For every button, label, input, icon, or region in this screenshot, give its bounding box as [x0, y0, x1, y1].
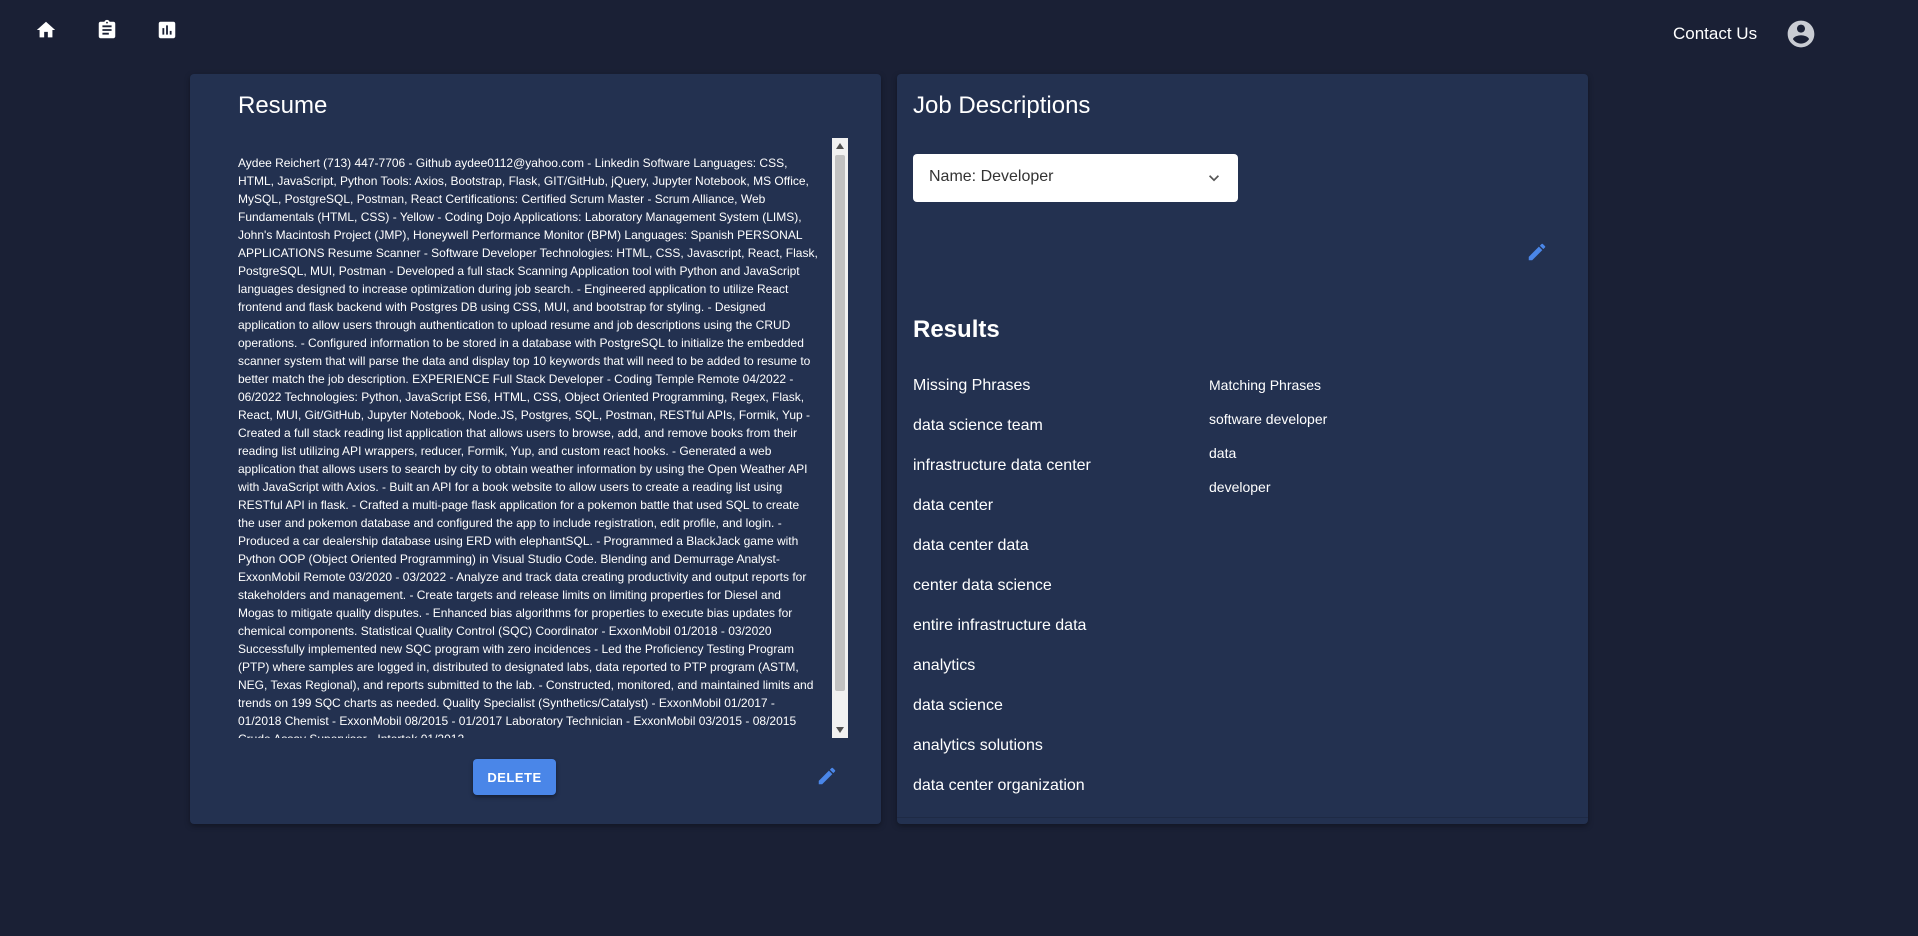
scroll-up-arrow-icon[interactable] [832, 138, 848, 154]
delete-button[interactable]: DELETE [473, 759, 556, 795]
resume-text-area[interactable]: Aydee Reichert (713) 447-7706 - Github a… [238, 138, 838, 738]
matching-phrases-header: Matching Phrases [1209, 377, 1322, 393]
list-item: software developer [1209, 411, 1328, 427]
job-description-select-value: Name: Developer [929, 168, 1054, 185]
list-item: data center [913, 497, 994, 514]
bar-chart-icon[interactable] [151, 14, 183, 46]
list-item: entire infrastructure data [913, 617, 1087, 634]
list-item: data center organization [913, 777, 1085, 794]
scroll-down-arrow-icon[interactable] [832, 722, 848, 738]
edit-resume-icon[interactable] [815, 764, 839, 788]
matching-phrases-list: Matching Phrases software developer data… [1209, 376, 1509, 512]
job-description-select[interactable]: Name: Developer [913, 154, 1238, 202]
edit-job-description-icon[interactable] [1525, 240, 1549, 264]
resume-title: Resume [238, 92, 328, 119]
missing-phrases-list: Missing Phrases data science team infras… [913, 376, 1203, 816]
divider [897, 817, 1588, 818]
list-item: infrastructure data center [913, 457, 1091, 474]
list-item: data center data [913, 537, 1029, 554]
clipboard-icon[interactable] [91, 14, 123, 46]
home-icon[interactable] [30, 14, 62, 46]
list-item: analytics solutions [913, 737, 1043, 754]
results-title: Results [913, 316, 1000, 343]
list-item: data science team [913, 417, 1043, 434]
resume-scrollbar[interactable] [832, 138, 848, 738]
missing-phrases-header: Missing Phrases [913, 377, 1031, 394]
list-item: data [1209, 445, 1237, 461]
contact-us-link[interactable]: Contact Us [1673, 24, 1757, 44]
job-descriptions-title: Job Descriptions [913, 92, 1091, 119]
account-circle-icon[interactable] [1785, 18, 1817, 50]
resume-text: Aydee Reichert (713) 447-7706 - Github a… [238, 156, 818, 738]
top-navigation: Contact Us [0, 0, 1918, 68]
list-item: center data science [913, 577, 1052, 594]
resume-panel: Resume Aydee Reichert (713) 447-7706 - G… [190, 74, 881, 824]
list-item: developer [1209, 479, 1271, 495]
scroll-thumb[interactable] [835, 155, 845, 691]
list-item: analytics [913, 657, 976, 674]
chevron-down-icon [1209, 175, 1219, 182]
job-descriptions-panel: Job Descriptions Name: Developer Results… [897, 74, 1588, 824]
list-item: data science [913, 697, 1003, 714]
